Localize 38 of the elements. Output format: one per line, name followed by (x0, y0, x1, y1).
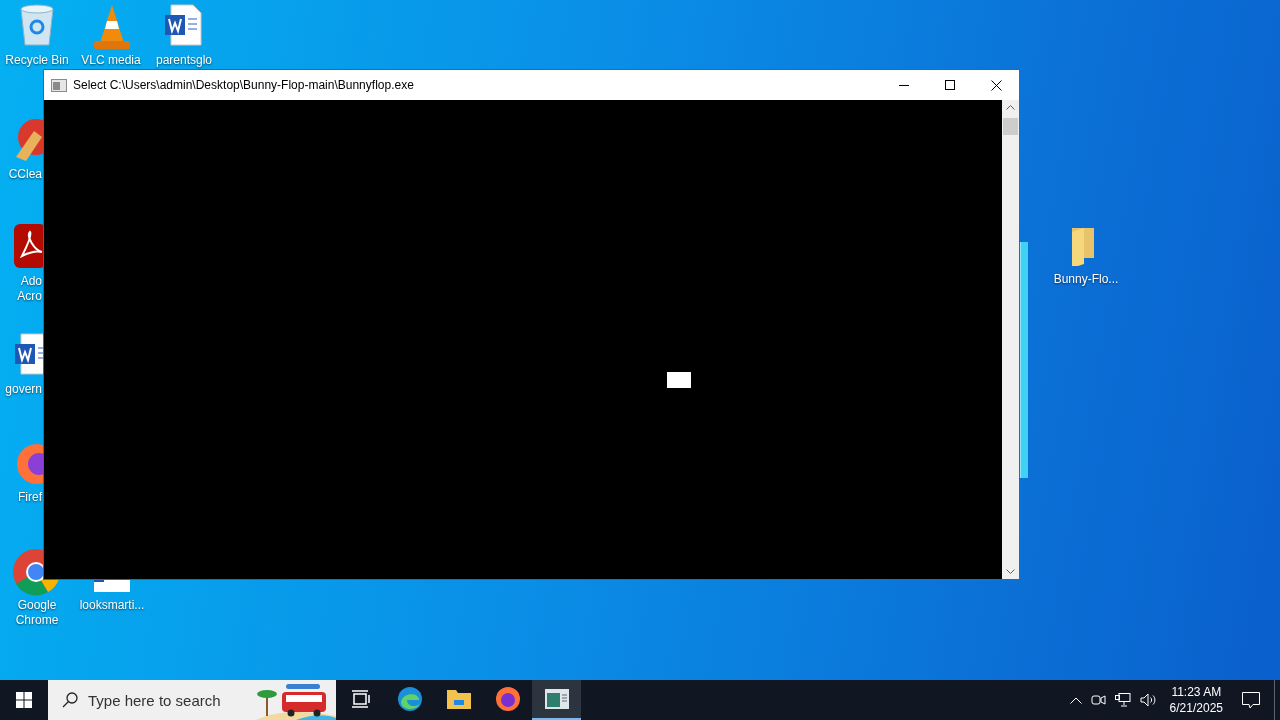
edge-icon (396, 686, 423, 712)
windows-logo-icon (16, 692, 32, 708)
icon-label: VLC media (81, 53, 141, 68)
minimize-icon (899, 84, 909, 86)
icon-label: Acro (17, 289, 43, 304)
icon-label: Recycle Bin (5, 53, 69, 68)
volume-icon[interactable] (1139, 693, 1157, 707)
chevron-up-icon[interactable] (1069, 696, 1082, 704)
console-window-icon (543, 688, 570, 710)
maximize-icon (945, 80, 955, 90)
icon-label: CClea (8, 167, 43, 182)
clock[interactable]: 11:23 AM 6/21/2025 (1164, 680, 1228, 720)
scrollbar[interactable] (1002, 100, 1019, 579)
search-icon (62, 692, 78, 708)
pdf-reader-icon (14, 224, 46, 268)
notification-icon (1242, 691, 1260, 709)
fox-globe-icon (494, 686, 521, 712)
icon-label: Google (17, 598, 57, 613)
scroll-up-icon (1006, 105, 1015, 110)
network-icon[interactable] (1114, 693, 1131, 707)
folder-icon (445, 688, 472, 710)
camera-icon[interactable] (1090, 693, 1106, 707)
icon-label: govern (5, 382, 43, 397)
icon-label: Ado (20, 274, 43, 289)
icon-label: Bunny-Flo... (1053, 272, 1119, 287)
console-window-icon (51, 78, 67, 92)
icon-label: looksmarti... (79, 598, 145, 613)
icon-label: Chrome (15, 613, 59, 628)
icon-label: Firef (18, 490, 43, 505)
taskbar-app[interactable] (532, 680, 581, 720)
scrollbar-thumb[interactable] (1003, 118, 1018, 135)
recycle-bin-icon (17, 3, 57, 47)
window-title: Select C:\Users\admin\Desktop\Bunny-Flop-main\Bunnyflop.exe (73, 77, 414, 94)
close-icon (990, 79, 1002, 91)
scroll-down-icon (1006, 569, 1015, 574)
icon-label: parentsglo (155, 53, 212, 68)
task-view-icon (350, 690, 371, 708)
word-document-icon (163, 3, 203, 47)
